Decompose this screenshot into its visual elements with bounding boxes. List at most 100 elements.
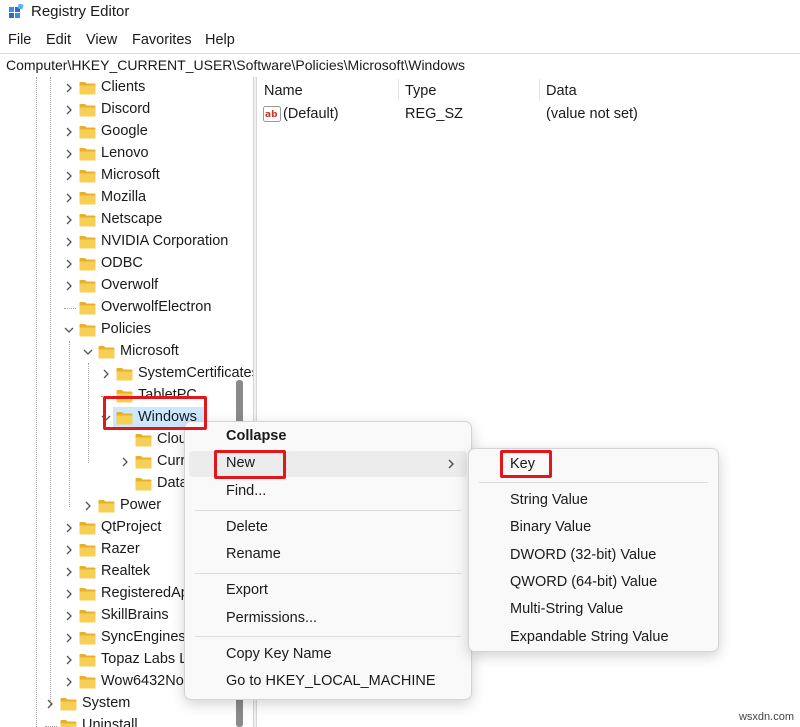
tree-item-label: QtProject	[101, 519, 162, 535]
submenu-item-binary-value[interactable]: Binary Value	[469, 515, 718, 541]
chevron-down-icon[interactable]	[64, 325, 74, 335]
column-separator[interactable]	[539, 79, 540, 101]
address-path: Computer\HKEY_CURRENT_USER\Software\Poli…	[6, 57, 466, 73]
menu-item-label: String Value	[510, 492, 588, 508]
chevron-right-icon[interactable]	[64, 149, 74, 159]
folder-icon	[79, 81, 96, 95]
menu-item-find[interactable]: Find...	[185, 479, 471, 505]
tree-item-label: SyncEngines	[101, 629, 186, 645]
folder-icon	[79, 521, 96, 535]
tree-item-label: Mozilla	[101, 189, 147, 205]
menu-item-goto-hklm[interactable]: Go to HKEY_LOCAL_MACHINE	[185, 669, 471, 695]
chevron-right-icon[interactable]	[64, 193, 74, 203]
column-header-type[interactable]: Type	[405, 83, 436, 99]
chevron-right-icon[interactable]	[64, 171, 74, 181]
folder-icon	[135, 455, 152, 469]
folder-icon	[98, 499, 115, 513]
chevron-right-icon	[448, 459, 454, 469]
folder-icon	[135, 433, 152, 447]
menu-item-label: DWORD (32-bit) Value	[510, 547, 657, 563]
column-header-name[interactable]: Name	[264, 83, 303, 99]
menu-separator	[479, 482, 708, 483]
chevron-right-icon[interactable]	[101, 369, 111, 379]
menu-separator	[195, 510, 461, 511]
folder-icon	[79, 653, 96, 667]
watermark: wsxdn.com	[738, 711, 794, 723]
menu-item-label: Delete	[226, 519, 268, 535]
menu-item-collapse[interactable]: Collapse	[185, 424, 471, 450]
chevron-right-icon[interactable]	[64, 281, 74, 291]
registry-editor-icon	[9, 4, 24, 18]
chevron-right-icon[interactable]	[64, 127, 74, 137]
value-type: REG_SZ	[405, 106, 464, 122]
menu-item-label: Find...	[226, 483, 267, 499]
submenu-item-expandable-string-value[interactable]: Expandable String Value	[469, 625, 718, 651]
address-bar[interactable]: Computer\HKEY_CURRENT_USER\Software\Poli…	[0, 53, 800, 78]
chevron-right-icon[interactable]	[64, 589, 74, 599]
folder-icon	[79, 609, 96, 623]
folder-icon	[98, 345, 115, 359]
chevron-right-icon[interactable]	[64, 545, 74, 555]
tree-item-label: Discord	[101, 101, 151, 117]
menu-item-export[interactable]: Export	[185, 578, 471, 604]
chevron-right-icon[interactable]	[45, 699, 55, 709]
folder-icon	[79, 565, 96, 579]
folder-icon	[79, 147, 96, 161]
menu-view[interactable]: View	[86, 32, 117, 48]
menu-item-label: Go to HKEY_LOCAL_MACHINE	[226, 673, 436, 689]
menu-file[interactable]: File	[8, 32, 31, 48]
folder-icon	[79, 213, 96, 227]
tree-item-label: Uninstall	[82, 717, 138, 727]
tree-item-label: NVIDIA Corporation	[101, 233, 229, 249]
column-separator[interactable]	[398, 79, 399, 101]
tree-item-label: Policies	[101, 321, 151, 337]
folder-icon	[79, 587, 96, 601]
submenu-item-dword-value[interactable]: DWORD (32-bit) Value	[469, 543, 718, 569]
menu-item-rename[interactable]: Rename	[185, 542, 471, 568]
folder-icon	[79, 323, 96, 337]
chevron-down-icon[interactable]	[83, 347, 93, 357]
ab-string-icon: ab	[263, 106, 281, 122]
menu-item-permissions[interactable]: Permissions...	[185, 606, 471, 632]
menu-separator	[195, 573, 461, 574]
chevron-right-icon[interactable]	[64, 567, 74, 577]
chevron-right-icon[interactable]	[120, 457, 130, 467]
folder-icon	[79, 279, 96, 293]
highlight-box-new	[214, 450, 286, 479]
chevron-right-icon[interactable]	[64, 105, 74, 115]
chevron-right-icon[interactable]	[64, 655, 74, 665]
menu-favorites[interactable]: Favorites	[132, 32, 192, 48]
folder-icon	[79, 191, 96, 205]
new-submenu: Key String Value Binary Value DWORD (32-…	[468, 448, 719, 652]
tree-item-label: ODBC	[101, 255, 143, 271]
chevron-right-icon[interactable]	[64, 259, 74, 269]
menu-edit[interactable]: Edit	[46, 32, 71, 48]
folder-icon	[116, 367, 133, 381]
folder-icon	[79, 301, 96, 315]
tree-item-label: Power	[120, 497, 162, 513]
folder-icon	[79, 543, 96, 557]
tree-item-label: Razer	[101, 541, 140, 557]
chevron-right-icon[interactable]	[64, 677, 74, 687]
tree-item-label: OverwolfElectron	[101, 299, 212, 315]
menu-item-copy-key-name[interactable]: Copy Key Name	[185, 642, 471, 668]
chevron-right-icon[interactable]	[83, 501, 93, 511]
menu-item-delete[interactable]: Delete	[185, 515, 471, 541]
chevron-right-icon[interactable]	[64, 633, 74, 643]
submenu-item-string-value[interactable]: String Value	[469, 488, 718, 514]
menu-item-label: Export	[226, 582, 268, 598]
tree-item-label: Google	[101, 123, 148, 139]
chevron-right-icon[interactable]	[64, 237, 74, 247]
submenu-item-qword-value[interactable]: QWORD (64-bit) Value	[469, 570, 718, 596]
tree-line	[36, 77, 37, 727]
menu-help[interactable]: Help	[205, 32, 235, 48]
tree-item-label: SystemCertificates	[138, 365, 253, 381]
tree-item-label: Overwolf	[101, 277, 159, 293]
chevron-right-icon[interactable]	[64, 215, 74, 225]
chevron-right-icon[interactable]	[64, 83, 74, 93]
svg-text:ab: ab	[265, 110, 278, 120]
chevron-right-icon[interactable]	[64, 523, 74, 533]
chevron-right-icon[interactable]	[64, 611, 74, 621]
column-header-data[interactable]: Data	[546, 83, 577, 99]
submenu-item-multi-string-value[interactable]: Multi-String Value	[469, 597, 718, 623]
